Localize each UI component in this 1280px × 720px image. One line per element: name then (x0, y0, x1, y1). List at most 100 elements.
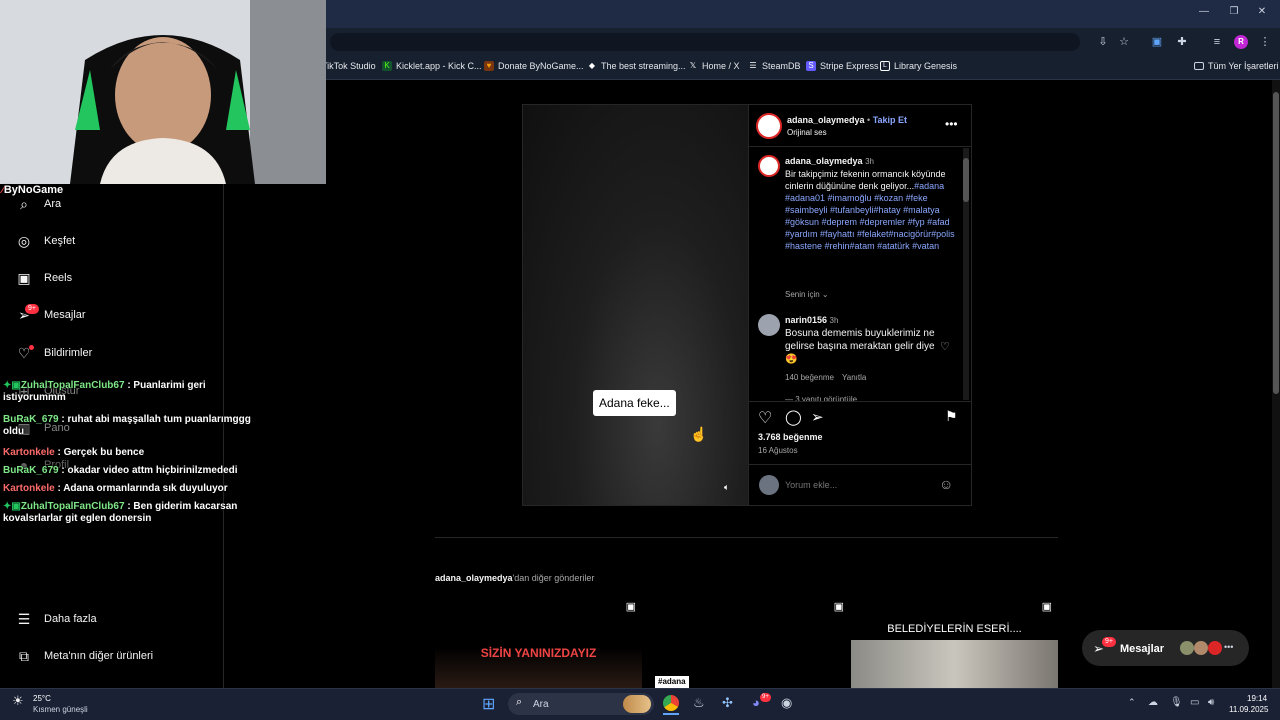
close-icon[interactable]: ✕ (1254, 6, 1270, 20)
nav-explore[interactable]: ◎ Keşfet (16, 233, 75, 249)
streamer-webcam-image (0, 0, 326, 184)
network-icon[interactable]: ▭ (1190, 697, 1199, 708)
chevron-down-icon: ⌄ (821, 290, 829, 299)
chrome-icon[interactable] (663, 695, 679, 711)
more-contacts-icon: ••• (1224, 642, 1234, 652)
comment-reply[interactable]: Yanıtla (842, 373, 866, 382)
mouse-cursor-icon: ☝ (690, 426, 708, 442)
reel-video[interactable] (523, 105, 748, 505)
comment-like-icon[interactable]: ♡ (940, 340, 950, 353)
active-app-indicator (663, 713, 679, 715)
likes-count[interactable]: 3.768 beğenme (758, 432, 823, 442)
weather-desc[interactable]: Kısmen güneşli (33, 705, 88, 714)
extensions-icon[interactable]: ✚ (1175, 35, 1189, 49)
bookmark-stripe[interactable]: S Stripe Express (806, 61, 879, 71)
reel-badge-icon: ▣ (833, 601, 844, 613)
video-caption-chip: Adana feke... (593, 390, 676, 416)
comment-divider (749, 464, 971, 465)
more-posts-label: adana_olaymedya'dan diğer gönderiler (435, 573, 595, 583)
bookmark-steamdb[interactable]: ☰ SteamDB (748, 61, 800, 71)
install-app-icon[interactable]: ⇩ (1096, 35, 1110, 49)
chevron-up-icon[interactable]: ⌃ (1128, 697, 1136, 708)
url-field[interactable] (330, 33, 1080, 51)
search-icon: ⌕ (20, 196, 28, 212)
weather-icon[interactable]: ☀ (12, 693, 24, 709)
translate-icon[interactable]: ▣ (1150, 35, 1164, 49)
grid-icon: ⧉ (19, 648, 29, 664)
bookmark-libgen[interactable]: L Library Genesis (880, 61, 957, 71)
weather-temp[interactable]: 25°C (33, 694, 51, 703)
more-post-thumb[interactable]: SİZİN YANINIZDAYIZ ▣ (435, 596, 642, 688)
comment-icon[interactable]: ◯ (785, 408, 802, 426)
nav-search[interactable]: ⌕ Ara (16, 196, 61, 212)
folder-icon (1194, 62, 1204, 70)
more-options-icon[interactable]: ••• (945, 117, 958, 131)
steam-icon[interactable]: ♨ (693, 695, 705, 711)
speaker-icon[interactable]: 🔊︎ (1208, 697, 1214, 708)
restore-icon[interactable]: ❐ (1226, 6, 1242, 20)
app-icon[interactable]: ✣ (722, 695, 733, 711)
audio-label[interactable]: Orijinal ses (787, 128, 827, 137)
stream-brand: ⁄ByNoGame (2, 184, 64, 196)
bookmark-tiktok-studio[interactable]: TikTok Studio (322, 61, 376, 71)
microphone-icon[interactable]: 🎙︎ (1170, 697, 1183, 708)
bookmark-best-streaming[interactable]: ◆ The best streaming... (587, 61, 686, 71)
author-name[interactable]: adana_olaymedya (787, 115, 865, 125)
caption-header: adana_olaymedya 3h (785, 156, 874, 166)
emoji-icon[interactable]: ☺ (939, 476, 953, 492)
kebab-menu-icon[interactable]: ⋮ (1258, 35, 1272, 49)
clock-time[interactable]: 19:14 (1247, 694, 1267, 703)
messages-pill-badge: 9+ (1102, 637, 1116, 647)
messages-pill-label: Mesajlar (1120, 643, 1165, 655)
chat-message: Kartonkele : Gerçek bu bence (3, 447, 145, 458)
volume-icon[interactable]: 🔈︎ (724, 482, 729, 493)
chat-message: BuRaK_679 : ruhat abi maşşallah tum puan… (3, 414, 251, 437)
x-icon: 𝕏 (689, 61, 697, 70)
save-icon[interactable]: ⚑ (945, 408, 958, 425)
for-you-toggle[interactable]: Senin için ⌄ (785, 290, 829, 299)
windows-start-icon[interactable]: ⊞ (482, 694, 495, 714)
caption-text: Bir takipçimiz fekenin ormancık köyünde … (785, 169, 955, 251)
commenter-avatar[interactable] (758, 314, 780, 336)
author-avatar[interactable] (756, 113, 782, 139)
nav-reels[interactable]: ▣ Reels (16, 270, 72, 286)
comments-scroll-thumb[interactable] (963, 158, 969, 202)
caption-avatar[interactable] (758, 155, 780, 177)
minimize-icon[interactable]: — (1196, 6, 1212, 20)
webcam-overlay (0, 0, 326, 184)
post-date: 16 Ağustos (758, 446, 798, 455)
profile-avatar[interactable]: R (1234, 35, 1248, 49)
follow-button[interactable]: Takip Et (873, 115, 907, 125)
scrollbar-thumb[interactable] (1273, 92, 1279, 394)
nav-more[interactable]: ☰ Daha fazla (16, 611, 97, 627)
app-icon[interactable]: ◉ (781, 695, 792, 711)
all-bookmarks[interactable]: Tüm Yer İşaretleri (1194, 61, 1279, 71)
share-icon[interactable]: ➢ (811, 408, 824, 426)
search-icon: ⌕ (516, 696, 523, 708)
bookmark-donate[interactable]: ♥ Donate ByNoGame... (484, 61, 584, 71)
clock-date[interactable]: 11.09.2025 (1229, 705, 1268, 714)
bookmark-x[interactable]: 𝕏 Home / X (688, 61, 740, 71)
star-icon[interactable]: ☆ (1117, 35, 1131, 49)
library-icon: L (880, 61, 890, 71)
chat-emote-icon: ✦▣ (3, 380, 21, 391)
comment-likes[interactable]: 140 beğenme (785, 373, 834, 382)
reading-list-icon[interactable]: ≡ (1210, 35, 1224, 49)
nav-meta-products[interactable]: ⧉ Meta'nın diğer ürünleri (16, 648, 153, 664)
caption-hashtags[interactable]: #adana #adana01 #imamoğlu #kozan #feke #… (785, 181, 955, 251)
chat-message: Kartonkele : Adana ormanlarında sık duyu… (3, 483, 228, 494)
nav-notifications[interactable]: ♡ Bildirimler (16, 345, 93, 361)
bookmark-kicklet[interactable]: K Kicklet.app - Kick C... (382, 61, 482, 71)
menu-icon: ☰ (17, 611, 31, 627)
actions-divider (749, 401, 971, 402)
discord-icon[interactable]: ◕ (752, 695, 760, 710)
reels-icon: ▣ (17, 270, 31, 286)
onedrive-icon[interactable]: ☁ (1148, 697, 1158, 708)
chat-message: ✦▣ZuhalTopalFanClub67 : Puanlarimi geri … (3, 380, 206, 403)
more-post-thumb[interactable]: #adana ▣ (643, 596, 850, 688)
comment-text: Bosuna dememis buyuklerimiz ne gelirse b… (785, 328, 935, 365)
like-icon[interactable]: ♡ (758, 408, 772, 428)
more-post-thumb[interactable]: BELEDİYELERİN ESERİ.... ▣ (851, 596, 1058, 688)
comment-input[interactable] (785, 478, 925, 492)
reel-badge-icon: ▣ (1041, 601, 1052, 613)
